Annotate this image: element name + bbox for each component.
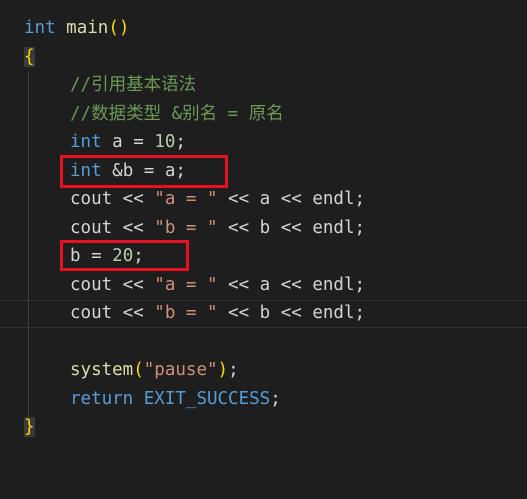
code-text: cout <<: [70, 189, 155, 209]
paren-close: ): [217, 360, 229, 380]
function-call: system: [70, 360, 134, 380]
code-text: cout <<: [70, 218, 155, 238]
code-line-8[interactable]: cout << "b = " << b << endl;: [0, 214, 527, 243]
code-line-5[interactable]: int a = 10;: [0, 128, 527, 157]
code-line-14[interactable]: return EXIT_SUCCESS;: [0, 385, 527, 414]
parens: (): [108, 18, 130, 38]
code-text: << a << endl;: [217, 275, 366, 295]
paren-open: (: [133, 360, 144, 380]
brace-close: }: [24, 417, 35, 437]
string-literal: "b = ": [154, 303, 218, 323]
code-line-7[interactable]: cout << "a = " << a << endl;: [0, 185, 527, 214]
code-text: cout <<: [70, 303, 155, 323]
string-literal: "pause": [143, 360, 218, 380]
code-line-2[interactable]: {: [0, 43, 527, 72]
number-literal: 10: [154, 132, 176, 152]
code-text: ;: [270, 389, 281, 409]
code-editor[interactable]: int main() { //引用基本语法 //数据类型 &别名 = 原名 in…: [0, 0, 527, 452]
code-line-13[interactable]: system("pause");: [0, 356, 527, 385]
code-line-10[interactable]: cout << "a = " << a << endl;: [0, 271, 527, 300]
string-literal: "b = ": [154, 218, 218, 238]
brace-open: {: [24, 47, 35, 67]
code-line-15[interactable]: }: [0, 413, 527, 442]
code-line-4[interactable]: //数据类型 &别名 = 原名: [0, 100, 527, 129]
code-line-1[interactable]: int main(): [0, 14, 527, 43]
keyword-int: int: [24, 18, 56, 38]
code-text: cout <<: [70, 275, 155, 295]
code-text: ;: [228, 360, 239, 380]
keyword-int: int: [70, 132, 102, 152]
comment-line: //数据类型 &别名 = 原名: [70, 104, 284, 124]
keyword-return: return: [70, 389, 134, 409]
macro-name: EXIT_SUCCESS: [143, 389, 271, 409]
string-literal: "a = ": [154, 275, 218, 295]
code-line-11[interactable]: cout << "b = " << b << endl;: [0, 299, 527, 328]
highlight-box-assignment: [60, 240, 189, 271]
code-text: << b << endl;: [217, 303, 366, 323]
code-text: << b << endl;: [217, 218, 366, 238]
function-name: main: [66, 18, 109, 38]
string-literal: "a = ": [154, 189, 218, 209]
comment-line: //引用基本语法: [70, 75, 197, 95]
code-line-3[interactable]: //引用基本语法: [0, 71, 527, 100]
highlight-box-reference: [60, 155, 228, 188]
code-text: a =: [112, 132, 155, 152]
code-text: ;: [175, 132, 186, 152]
code-text: << a << endl;: [217, 189, 366, 209]
